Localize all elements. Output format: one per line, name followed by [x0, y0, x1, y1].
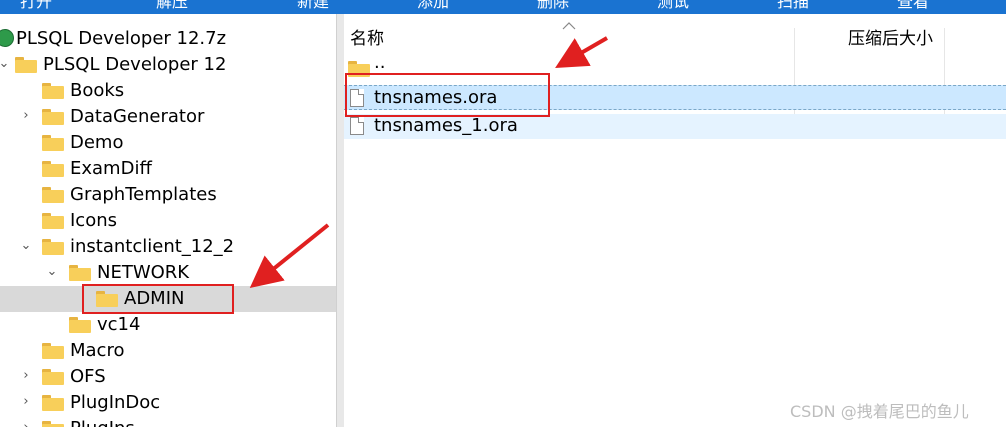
- annotation-arrows: [249, 36, 609, 289]
- watermark: CSDN @拽着尾巴的鱼儿: [790, 402, 969, 421]
- arrow-to-admin: [249, 223, 330, 289]
- arrow-to-tnsnames: [555, 36, 609, 69]
